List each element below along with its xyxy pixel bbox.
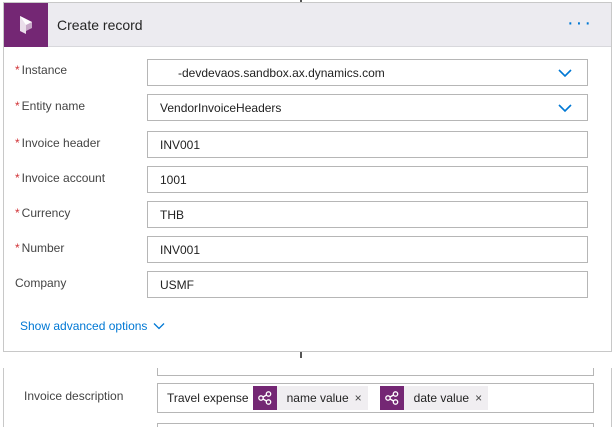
label-text: Currency xyxy=(21,206,71,220)
number-value: INV001 xyxy=(160,242,201,257)
label-text: Instance xyxy=(21,63,68,77)
currency-value: THB xyxy=(160,207,184,222)
previous-field-edge xyxy=(157,368,594,376)
field-label-instance: * Instance xyxy=(15,63,67,77)
invoice-header-value: INV001 xyxy=(160,137,201,152)
label-text: Entity name xyxy=(21,99,86,113)
entity-name-value: VendorInvoiceHeaders xyxy=(160,100,282,115)
entity-name-dropdown[interactable]: VendorInvoiceHeaders xyxy=(147,94,588,121)
remove-token-button[interactable]: × xyxy=(475,391,488,405)
field-label-invoice-header: * Invoice header xyxy=(15,136,100,150)
required-mark: * xyxy=(15,241,20,255)
instance-dropdown[interactable]: -devdevaos.sandbox.ax.dynamics.com xyxy=(147,59,588,86)
dynamics-icon xyxy=(252,386,277,410)
token-label: date value xyxy=(413,391,470,405)
number-input[interactable]: INV001 xyxy=(147,236,588,263)
field-label-invoice-account: * Invoice account xyxy=(15,171,105,185)
currency-input[interactable]: THB xyxy=(147,201,588,228)
advanced-label: Show advanced options xyxy=(20,319,148,333)
invoice-account-value: 1001 xyxy=(160,172,187,187)
required-mark: * xyxy=(15,99,20,113)
field-label-entity-name: * Entity name xyxy=(15,99,85,113)
chevron-down-icon xyxy=(558,104,572,113)
dynamic-content-token-date-value[interactable]: date value × xyxy=(379,386,489,410)
company-input[interactable]: USMF xyxy=(147,271,588,298)
label-text: Number xyxy=(21,241,65,255)
description-text: Travel expense xyxy=(167,391,249,405)
next-action-card: Invoice description Travel expense name … xyxy=(3,368,612,427)
field-label-company: Company xyxy=(15,276,66,290)
card-header[interactable]: Create record ··· xyxy=(4,3,611,47)
field-label-number: * Number xyxy=(15,241,64,255)
required-mark: * xyxy=(15,206,20,220)
dynamics-icon xyxy=(4,3,48,47)
show-advanced-options-link[interactable]: Show advanced options xyxy=(20,319,165,333)
more-options-button[interactable]: ··· xyxy=(567,13,593,33)
field-label-invoice-description: Invoice description xyxy=(24,389,124,403)
dynamics-icon xyxy=(379,386,404,410)
field-label-currency: * Currency xyxy=(15,206,70,220)
create-record-card: Create record ··· * Instance -devdevaos.s… xyxy=(3,2,612,352)
required-mark: * xyxy=(15,136,20,150)
invoice-header-input[interactable]: INV001 xyxy=(147,131,588,158)
chevron-down-icon xyxy=(153,323,165,330)
required-mark: * xyxy=(15,171,20,185)
card-title: Create record xyxy=(57,17,143,33)
label-text: Invoice header xyxy=(21,136,101,150)
company-value: USMF xyxy=(160,277,194,292)
label-text: Invoice account xyxy=(21,171,106,185)
flow-connector xyxy=(300,352,302,358)
label-text: Company xyxy=(15,276,67,290)
chevron-down-icon xyxy=(558,69,572,78)
next-field-edge xyxy=(157,423,594,427)
invoice-description-input[interactable]: Travel expense name value × date value × xyxy=(157,383,594,413)
dynamic-content-token-name-value[interactable]: name value × xyxy=(252,386,368,410)
token-label: name value xyxy=(286,391,349,405)
instance-value: -devdevaos.sandbox.ax.dynamics.com xyxy=(178,65,385,80)
invoice-account-input[interactable]: 1001 xyxy=(147,166,588,193)
remove-token-button[interactable]: × xyxy=(355,391,368,405)
required-mark: * xyxy=(15,63,20,77)
